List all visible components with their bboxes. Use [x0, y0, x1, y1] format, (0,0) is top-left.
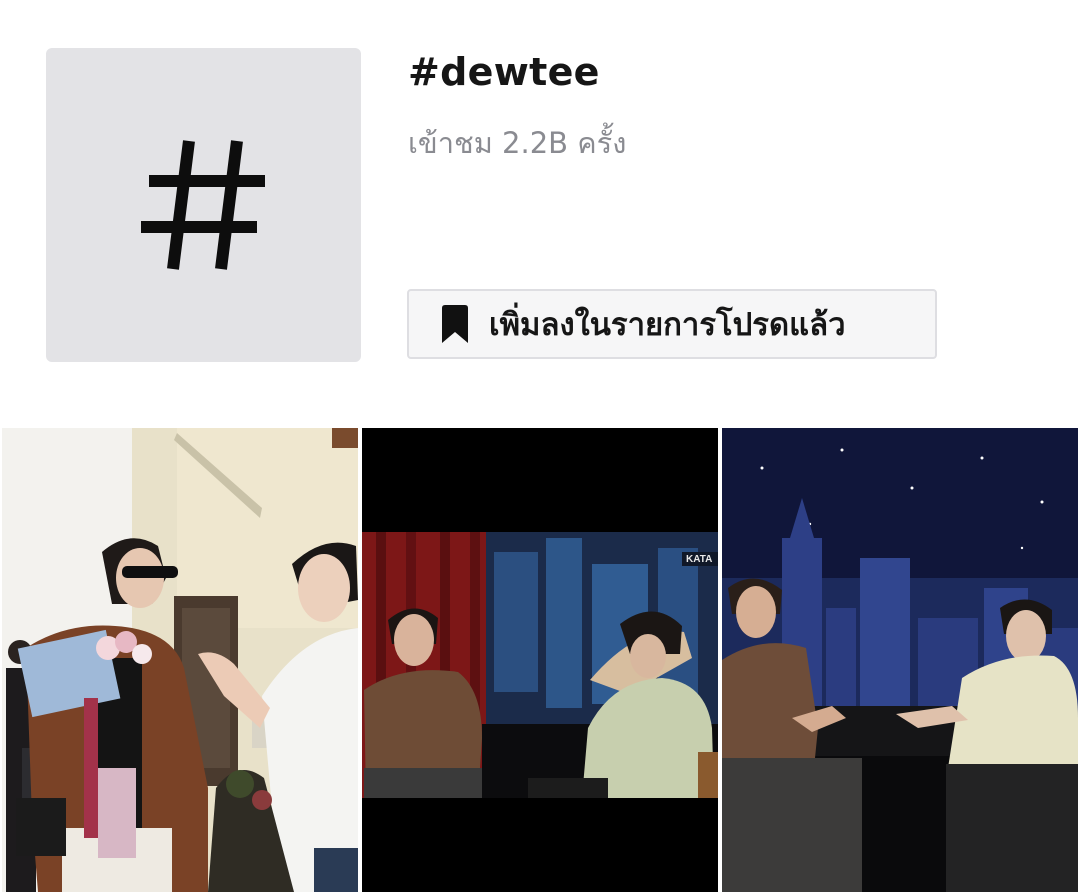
view-count: เข้าชม 2.2B ครั้ง — [408, 126, 627, 160]
hashtag-page: #dewtee เข้าชม 2.2B ครั้ง เพิ่มลงในรายกา… — [0, 0, 1080, 892]
hashtag-icon — [140, 140, 265, 270]
hashtag-cover — [46, 48, 361, 362]
hashtag-title: #dewtee — [408, 50, 600, 94]
video-thumbnail-3[interactable] — [722, 428, 1078, 892]
video-thumbnail-1[interactable] — [2, 428, 358, 892]
video-thumbnail-2[interactable]: KATA — [362, 428, 718, 892]
video-grid: KATA — [2, 428, 1078, 892]
favorite-button-label: เพิ่มลงในรายการโปรดแล้ว — [489, 307, 846, 343]
svg-text:KATA: KATA — [686, 554, 712, 565]
bookmark-icon — [439, 305, 473, 343]
add-to-favorites-button[interactable]: เพิ่มลงในรายการโปรดแล้ว — [407, 289, 937, 359]
